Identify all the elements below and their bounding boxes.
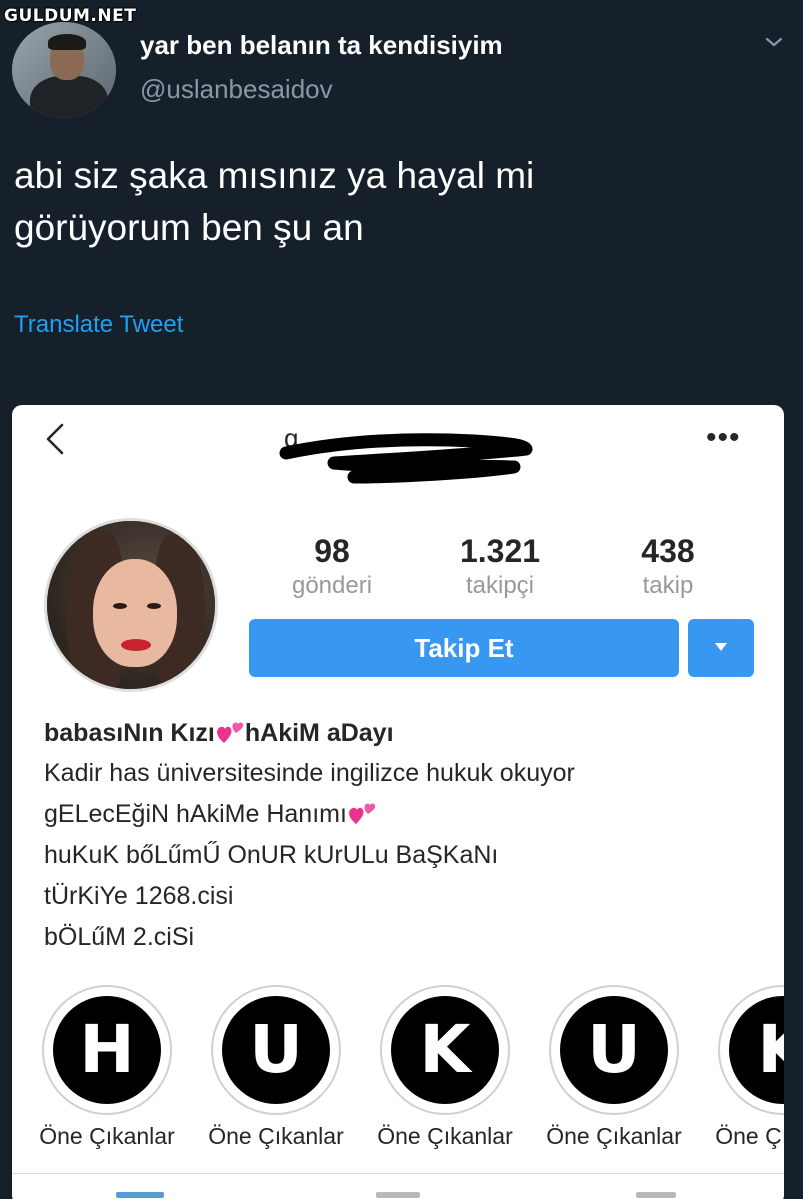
highlight-item[interactable]: K Öne Çıkanlar — [370, 985, 520, 1150]
tweet-text-line: abi siz şaka mısınız ya hayal mi — [14, 155, 535, 196]
translate-tweet-link[interactable]: Translate Tweet — [14, 311, 183, 339]
bio-line: Kadir has üniversitesinde ingilizce huku… — [44, 759, 575, 787]
highlight-item[interactable]: H Öne Çıkanlar — [32, 985, 182, 1150]
tweet-text: abi siz şaka mısınız ya hayal mi görüyor… — [14, 150, 774, 254]
bio-line: huKuK bőLűmŰ OnUR kUrULu BaŞKaNı — [44, 841, 499, 869]
grid-view-icon[interactable] — [116, 1192, 164, 1198]
instagram-profile-screenshot: g ••• 98 gönderi 1.321 takipçi 438 takip… — [12, 405, 784, 1199]
tweet-display-name[interactable]: yar ben belanın ta kendisiyim — [140, 30, 503, 61]
more-dots-icon[interactable]: ••• — [706, 421, 741, 455]
highlight-caption: Öne Çıkanlar — [377, 1123, 513, 1149]
stat-following[interactable]: 438 takip — [588, 533, 748, 603]
profile-view-tabs — [12, 1173, 784, 1199]
stat-posts[interactable]: 98 gönderi — [252, 533, 412, 603]
highlight-item[interactable]: U Öne Çıkanlar — [201, 985, 351, 1150]
highlight-caption: Öne Çıkanlar — [39, 1123, 175, 1149]
back-chevron-icon[interactable] — [40, 419, 70, 459]
stat-followers[interactable]: 1.321 takipçi — [420, 533, 580, 603]
triangle-down-icon — [715, 643, 727, 651]
two-hearts-icon — [347, 800, 377, 828]
two-hearts-icon — [215, 719, 245, 747]
chevron-down-icon[interactable] — [762, 30, 786, 54]
tweet-author-avatar[interactable] — [12, 22, 116, 118]
tagged-view-icon[interactable] — [636, 1192, 676, 1198]
bio-line: tÜrKiYe 1268.cisi — [44, 882, 234, 910]
tweet-text-line: görüyorum ben şu an — [14, 207, 364, 248]
stat-posts-value: 98 — [314, 533, 350, 569]
story-highlights: H Öne Çıkanlar U Öne Çıkanlar K Öne Çıka… — [12, 985, 784, 1155]
bio-name-part: hAkiM aDayı — [244, 719, 394, 747]
highlight-letter: U — [560, 996, 668, 1104]
highlight-letter: H — [53, 996, 161, 1104]
highlight-item[interactable]: U Öne Çıkanlar — [539, 985, 689, 1150]
profile-avatar[interactable] — [44, 518, 218, 692]
list-view-icon[interactable] — [376, 1192, 420, 1198]
highlight-caption: Öne Çıkanlar — [208, 1123, 344, 1149]
stat-followers-label: takipçi — [465, 572, 535, 599]
redaction-scribble — [279, 433, 533, 484]
highlight-letter: U — [222, 996, 330, 1104]
suggestions-dropdown-button[interactable] — [688, 619, 754, 677]
highlight-item[interactable]: K Öne Çıkanlar — [708, 985, 784, 1150]
tweet-handle[interactable]: @uslanbesaidov — [140, 74, 333, 105]
bio-line-text: gELecEğiN hAkiMe Hanımı — [44, 800, 347, 828]
stat-following-value: 438 — [641, 533, 695, 569]
highlight-letter: K — [391, 996, 499, 1104]
follow-button[interactable]: Takip Et — [249, 619, 679, 677]
stat-followers-value: 1.321 — [459, 533, 541, 569]
stat-following-label: takip — [642, 572, 694, 599]
bio-line: bÖLűM 2.ciSi — [44, 923, 195, 951]
profile-bio: babasıNın Kızı hAkiM aDayı Kadir has üniv… — [44, 713, 764, 958]
stat-posts-label: gönderi — [291, 572, 373, 599]
highlight-caption: Öne Çıkanlar — [715, 1123, 784, 1149]
highlight-caption: Öne Çıkanlar — [546, 1123, 682, 1149]
bio-name: babasıNın Kızı hAkiM aDayı — [44, 713, 764, 753]
bio-line: gELecEğiN hAkiMe Hanımı — [44, 794, 764, 835]
highlight-letter: K — [729, 996, 784, 1104]
bio-name-part: babasıNın Kızı — [44, 719, 215, 747]
